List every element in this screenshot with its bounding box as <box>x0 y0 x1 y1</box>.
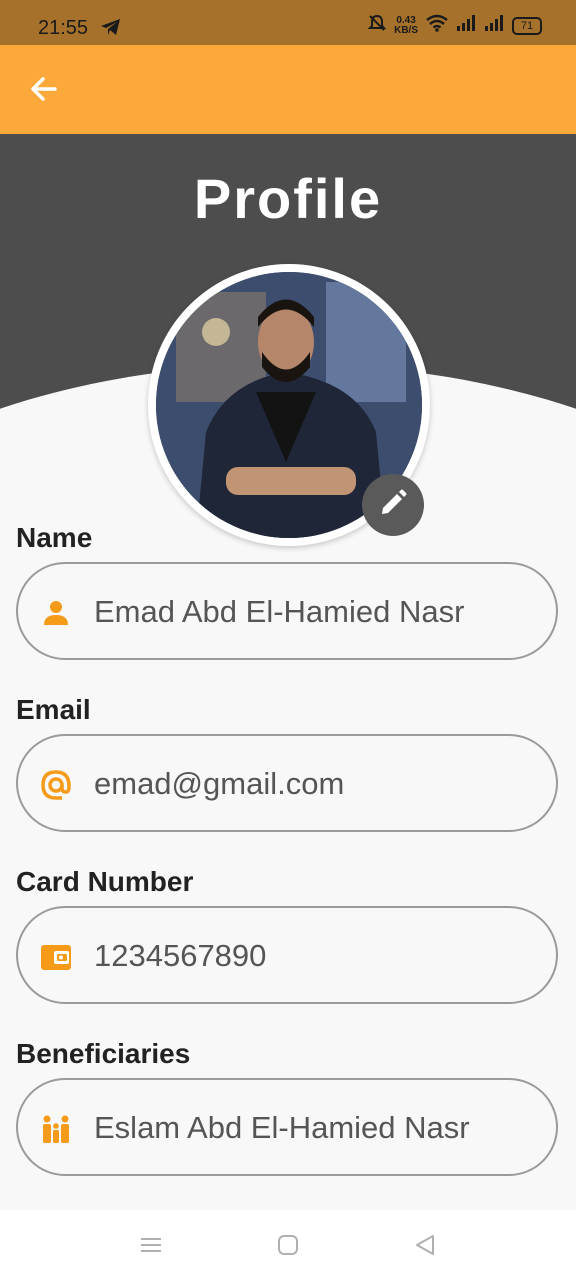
card-number-value: 1234567890 <box>94 938 267 973</box>
beneficiaries-field[interactable]: Eslam Abd El-Hamied Nasr <box>16 1078 558 1176</box>
at-icon <box>40 769 72 801</box>
app-bar <box>0 45 576 134</box>
email-label: Email <box>16 694 91 725</box>
telegram-icon <box>100 18 122 41</box>
signal-icon <box>456 15 476 36</box>
email-value: emad@gmail.com <box>94 766 345 801</box>
speed-unit: KB/S <box>394 24 418 36</box>
beneficiaries-label: Beneficiaries <box>16 1038 191 1069</box>
name-field[interactable]: Emad Abd El-Hamied Nasr <box>16 562 558 660</box>
edit-photo-button[interactable] <box>362 474 424 536</box>
menu-icon[interactable] <box>138 1232 164 1258</box>
back-icon[interactable] <box>412 1232 438 1258</box>
status-time: 21:55 <box>38 17 89 39</box>
name-label: Name <box>16 522 93 553</box>
card-number-label: Card Number <box>16 866 194 897</box>
back-button[interactable] <box>22 69 66 113</box>
home-icon[interactable] <box>275 1232 301 1258</box>
card-number-field[interactable]: 1234567890 <box>16 906 558 1004</box>
family-icon <box>40 1113 72 1145</box>
person-icon <box>40 597 72 629</box>
pencil-icon <box>378 488 408 523</box>
beneficiaries-value: Eslam Abd El-Hamied Nasr <box>94 1110 470 1145</box>
battery-icon: 71 <box>512 16 542 35</box>
wifi-icon <box>426 14 448 37</box>
speed-value: 0.43 <box>396 14 416 26</box>
page-title: Profile <box>193 167 383 230</box>
email-field[interactable]: emad@gmail.com <box>16 734 558 832</box>
network-speed: 0.43 KB/S <box>394 14 418 36</box>
system-nav-bar <box>0 1210 576 1280</box>
arrow-left-icon <box>29 74 59 109</box>
mute-icon <box>367 14 387 37</box>
status-bar: 21:55 0.43 KB/S 71 <box>0 0 576 45</box>
wallet-icon <box>40 941 72 973</box>
name-value: Emad Abd El-Hamied Nasr <box>94 594 465 629</box>
signal-icon <box>484 15 504 36</box>
